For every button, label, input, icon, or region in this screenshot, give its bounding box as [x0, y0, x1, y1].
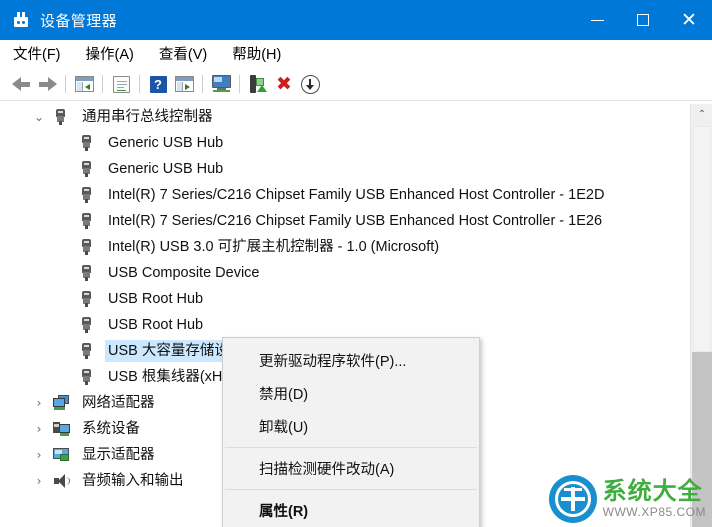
usb-icon: [78, 316, 96, 334]
ctx-properties[interactable]: 属性(R): [223, 494, 479, 527]
help-icon: ?: [149, 75, 167, 93]
close-button[interactable]: ✕: [666, 0, 712, 40]
usb-icon: [78, 264, 96, 282]
chevron-right-icon[interactable]: ›: [32, 422, 46, 436]
uninstall-device-icon: ✖: [276, 72, 292, 95]
tree-item[interactable]: Generic USB Hub: [0, 130, 690, 156]
scan-hardware-button[interactable]: [208, 71, 234, 97]
close-icon: ✕: [681, 8, 697, 31]
vertical-scrollbar[interactable]: ⌃: [690, 104, 712, 527]
toolbar-separator: [139, 75, 140, 93]
usb-icon: [78, 290, 96, 308]
menu-view[interactable]: 查看(V): [158, 41, 208, 66]
tree-node-label: 通用串行总线控制器: [82, 109, 213, 125]
toolbar-separator: [102, 75, 103, 93]
menu-help[interactable]: 帮助(H): [231, 41, 282, 66]
tree-item[interactable]: Intel(R) 7 Series/C216 Chipset Family US…: [0, 208, 690, 234]
show-hidden-devices-icon: [74, 76, 94, 92]
usb-icon: [78, 342, 96, 360]
tree-item[interactable]: Generic USB Hub: [0, 156, 690, 182]
forward-button[interactable]: [34, 71, 60, 97]
context-menu-separator: [225, 447, 477, 448]
window-title: 设备管理器: [40, 12, 118, 30]
tree-item-label: Intel(R) 7 Series/C216 Chipset Family US…: [108, 213, 603, 229]
usb-icon: [78, 238, 96, 256]
minimize-icon: [590, 19, 604, 21]
update-driver-icon: [249, 75, 268, 93]
tree-node-label: 网络适配器: [82, 395, 155, 411]
scrollbar-track[interactable]: [692, 352, 712, 527]
device-list-icon: [174, 76, 194, 92]
show-hidden-devices-button[interactable]: [71, 71, 97, 97]
title-bar: 设备管理器 ✕: [0, 0, 712, 40]
uninstall-device-button[interactable]: ✖: [271, 71, 297, 97]
scrollbar-thumb[interactable]: [693, 126, 711, 352]
tree-item[interactable]: USB Root Hub: [0, 286, 690, 312]
properties-icon: [112, 75, 130, 93]
tree-item-label: USB Root Hub: [108, 317, 204, 333]
scan-hardware-icon: [211, 75, 232, 93]
back-arrow-icon: [11, 76, 31, 92]
tree-item-label: Intel(R) USB 3.0 可扩展主机控制器 - 1.0 (Microso…: [108, 239, 440, 255]
minimize-button[interactable]: [574, 0, 620, 40]
menu-file[interactable]: 文件(F): [12, 41, 62, 66]
ctx-uninstall[interactable]: 卸载(U): [223, 410, 479, 443]
tree-item[interactable]: USB Composite Device: [0, 260, 690, 286]
scroll-up-button[interactable]: ⌃: [691, 104, 712, 124]
audio-io-icon: [52, 472, 70, 490]
network-adapter-icon: [52, 394, 70, 412]
usb-icon: [52, 108, 70, 126]
ctx-disable[interactable]: 禁用(D): [223, 377, 479, 410]
toolbar-separator: [65, 75, 66, 93]
forward-arrow-icon: [38, 76, 57, 92]
chevron-right-icon[interactable]: ›: [32, 474, 46, 488]
tree-item-label: Generic USB Hub: [108, 161, 224, 177]
tree-node-label: 显示适配器: [82, 447, 155, 463]
maximize-button[interactable]: [620, 0, 666, 40]
usb-icon: [78, 186, 96, 204]
tree-item-label: Generic USB Hub: [108, 135, 224, 151]
window-controls: ✕: [574, 0, 712, 40]
tree-item[interactable]: Intel(R) USB 3.0 可扩展主机控制器 - 1.0 (Microso…: [0, 234, 690, 260]
usb-icon: [78, 160, 96, 178]
chevron-right-icon[interactable]: ›: [32, 448, 46, 462]
device-list-button[interactable]: [171, 71, 197, 97]
ctx-scan-hardware[interactable]: 扫描检测硬件改动(A): [223, 452, 479, 485]
context-menu-separator: [225, 489, 477, 490]
properties-button[interactable]: [108, 71, 134, 97]
usb-icon: [78, 134, 96, 152]
menu-action[interactable]: 操作(A): [85, 41, 135, 66]
usb-icon: [78, 368, 96, 386]
tree-item-label: Intel(R) 7 Series/C216 Chipset Family US…: [108, 187, 605, 203]
chevron-down-icon[interactable]: ⌄: [32, 110, 46, 124]
display-adapter-icon: [52, 446, 70, 464]
tree-item[interactable]: Intel(R) 7 Series/C216 Chipset Family US…: [0, 182, 690, 208]
tree-item-label: USB Root Hub: [108, 291, 204, 307]
context-menu: 更新驱动程序软件(P)... 禁用(D) 卸载(U) 扫描检测硬件改动(A) 属…: [222, 337, 480, 527]
usb-icon: [78, 212, 96, 230]
download-button[interactable]: [297, 71, 323, 97]
help-button[interactable]: ?: [145, 71, 171, 97]
toolbar: ? ✖: [0, 67, 712, 101]
download-icon: [300, 74, 320, 94]
tree-item[interactable]: USB Root Hub: [0, 312, 690, 338]
tree-item-label: USB Composite Device: [108, 265, 260, 281]
tree-node-usb-controllers[interactable]: ⌄ 通用串行总线控制器: [0, 104, 690, 130]
toolbar-divider: [0, 100, 712, 101]
device-manager-window: 设备管理器 ✕ 文件(F) 操作(A) 查看(V) 帮助(H) ? ✖ ⌄ 通用…: [0, 0, 712, 527]
toolbar-separator: [239, 75, 240, 93]
device-plug-icon: [11, 10, 31, 30]
back-button[interactable]: [8, 71, 34, 97]
ctx-update-driver[interactable]: 更新驱动程序软件(P)...: [223, 344, 479, 377]
chevron-right-icon[interactable]: ›: [32, 396, 46, 410]
tree-node-label: 系统设备: [82, 421, 140, 437]
update-driver-button[interactable]: [245, 71, 271, 97]
maximize-icon: [637, 14, 649, 26]
toolbar-separator: [202, 75, 203, 93]
tree-node-label: 音频输入和输出: [82, 473, 184, 489]
menu-bar: 文件(F) 操作(A) 查看(V) 帮助(H): [0, 40, 712, 67]
system-devices-icon: [52, 420, 70, 438]
